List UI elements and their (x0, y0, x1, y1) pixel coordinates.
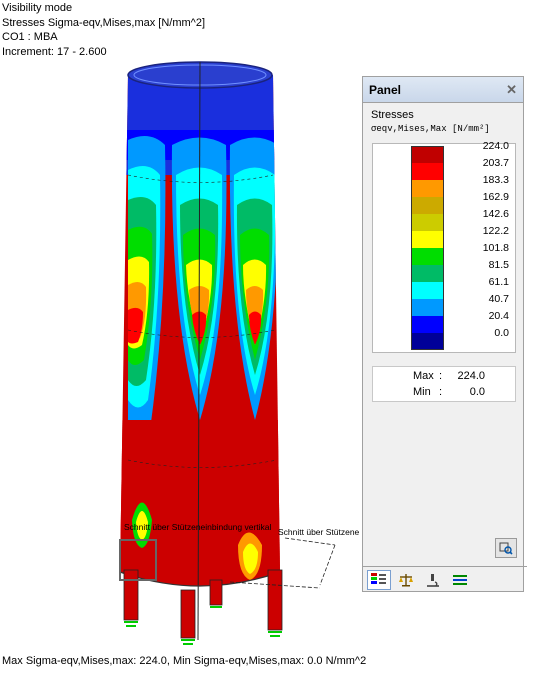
legend-value: 20.4 (488, 310, 509, 322)
section-label-1: Schnitt über Stützeneinbindung vertikal (124, 522, 272, 532)
color-legend: 224.0 203.7 183.3 162.9 142.6 122.2 101.8 81.5 6… (372, 140, 516, 353)
legend-swatch (411, 214, 444, 231)
lines-icon[interactable] (448, 570, 472, 590)
legend-value: 61.1 (488, 276, 509, 288)
max-min-box: Max : 224.0 Min : 0.0 (372, 366, 516, 402)
section-label-2: Schnitt über Stützene (278, 527, 360, 537)
panel-title-bar[interactable]: Panel ✕ (363, 77, 523, 103)
view-info: Visibility mode Stresses Sigma-eqv,Mises… (2, 1, 205, 59)
legend-value: 81.5 (488, 259, 509, 271)
panel-toolbar (363, 566, 527, 592)
panel-title: Panel (369, 82, 402, 97)
legend-value: 224.0 (482, 140, 509, 152)
balance-icon[interactable] (394, 570, 418, 590)
legend-swatch (411, 146, 444, 163)
legend-value: 183.3 (482, 174, 509, 186)
legend-value: 162.9 (482, 191, 509, 203)
legend-value: 142.6 (482, 208, 509, 220)
legend-swatch (411, 197, 444, 214)
min-colon: : (439, 386, 443, 398)
min-value: 0.0 (469, 386, 485, 398)
legend-swatch (411, 180, 444, 197)
zoom-search-icon[interactable] (495, 538, 517, 558)
legend-value: 203.7 (482, 157, 509, 169)
legend-row: 0.0 (373, 327, 515, 350)
max-label: Max (413, 370, 434, 382)
legend-swatch (411, 265, 444, 282)
legend-swatch (411, 333, 444, 350)
model-viewport[interactable]: Schnitt über Stützeneinbindung vertikal … (0, 0, 360, 650)
max-value: 224.0 (457, 370, 485, 382)
legend-swatch (411, 316, 444, 333)
visibility-mode-text: Visibility mode (2, 2, 73, 14)
legend-swatch (411, 163, 444, 180)
color-scale-icon[interactable] (367, 569, 391, 590)
increment-text: Increment: 17 - 2.600 (2, 45, 107, 58)
min-label: Min (413, 386, 431, 398)
results-panel: Panel ✕ Stresses σeqv,Mises,Max [N/mm²] … (362, 76, 527, 592)
legend-swatch (411, 248, 444, 265)
legend-value: 0.0 (494, 327, 509, 339)
max-row: Max : 224.0 (373, 370, 515, 386)
result-summary: Max Sigma-eqv,Mises,max: 224.0, Min Sigm… (2, 655, 367, 667)
max-colon: : (439, 370, 443, 382)
load-case-text: CO1 : MBA (2, 31, 58, 43)
quantity-label: σeqv,Mises,Max [N/mm²] (371, 124, 490, 134)
legend-swatch (411, 231, 444, 248)
legend-swatch (411, 299, 444, 316)
legend-value: 101.8 (482, 242, 509, 254)
legend-value: 40.7 (488, 293, 509, 305)
panel-section-title: Stresses (371, 109, 414, 121)
result-type-text: Stresses Sigma-eqv,Mises,max [N/mm^2] (2, 16, 206, 29)
legend-swatch (411, 282, 444, 299)
legend-value: 122.2 (482, 225, 509, 237)
close-icon[interactable]: ✕ (506, 82, 517, 98)
min-row: Min : 0.0 (373, 386, 515, 402)
microscope-icon[interactable] (421, 570, 445, 590)
